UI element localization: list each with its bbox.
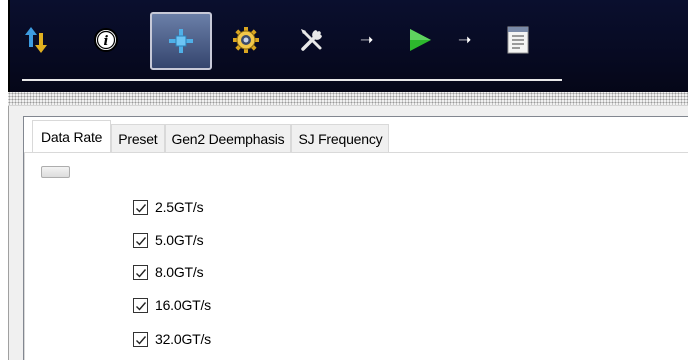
checkbox[interactable]: [133, 232, 148, 248]
checkbox[interactable]: [133, 264, 148, 280]
collapse-button[interactable]: [41, 166, 70, 178]
checkbox-row-16-0gts[interactable]: 16.0GT/s: [133, 295, 211, 315]
tab-preset[interactable]: Preset: [111, 124, 165, 152]
svg-text:i: i: [104, 34, 109, 49]
splitter-grip[interactable]: [8, 92, 688, 106]
tab-data-rate[interactable]: Data Rate: [32, 120, 112, 152]
arrow-right-icon: ➝: [360, 30, 374, 49]
play-icon[interactable]: [398, 18, 442, 62]
document-icon[interactable]: [496, 18, 540, 62]
arrow-right-icon: ➝: [458, 30, 472, 49]
checkbox[interactable]: [133, 297, 148, 313]
checkbox-row-5-0gts[interactable]: 5.0GT/s: [133, 230, 204, 250]
checkbox-label: 5.0GT/s: [155, 232, 204, 248]
checkbox-row-8-0gts[interactable]: 8.0GT/s: [133, 262, 204, 282]
tab-sj-frequency[interactable]: SJ Frequency: [291, 124, 390, 152]
checkbox-row-32-0gts[interactable]: 32.0GT/s: [133, 329, 211, 349]
checkbox-label: 16.0GT/s: [155, 297, 211, 313]
checkbox-row-2-5gts[interactable]: 2.5GT/s: [133, 197, 204, 217]
tab-strip: Data Rate Preset Gen2 Deemphasis SJ Freq…: [32, 120, 390, 152]
tab-content-data-rate: [24, 152, 688, 360]
gear-icon[interactable]: [224, 18, 268, 62]
main-toolbar: i ➝ ➝: [8, 0, 688, 92]
updown-arrows-icon[interactable]: [14, 18, 58, 62]
checkbox[interactable]: [133, 199, 148, 215]
checkbox[interactable]: [133, 331, 148, 347]
checkbox-label: 8.0GT/s: [155, 264, 204, 280]
tools-icon[interactable]: [290, 18, 334, 62]
checkbox-label: 2.5GT/s: [155, 199, 204, 215]
toolbar-underline: [22, 79, 562, 81]
tab-gen2-deemphasis[interactable]: Gen2 Deemphasis: [164, 124, 292, 152]
info-icon[interactable]: i: [84, 18, 128, 62]
move-crosshair-icon[interactable]: [150, 12, 212, 70]
checkbox-label: 32.0GT/s: [155, 331, 211, 347]
